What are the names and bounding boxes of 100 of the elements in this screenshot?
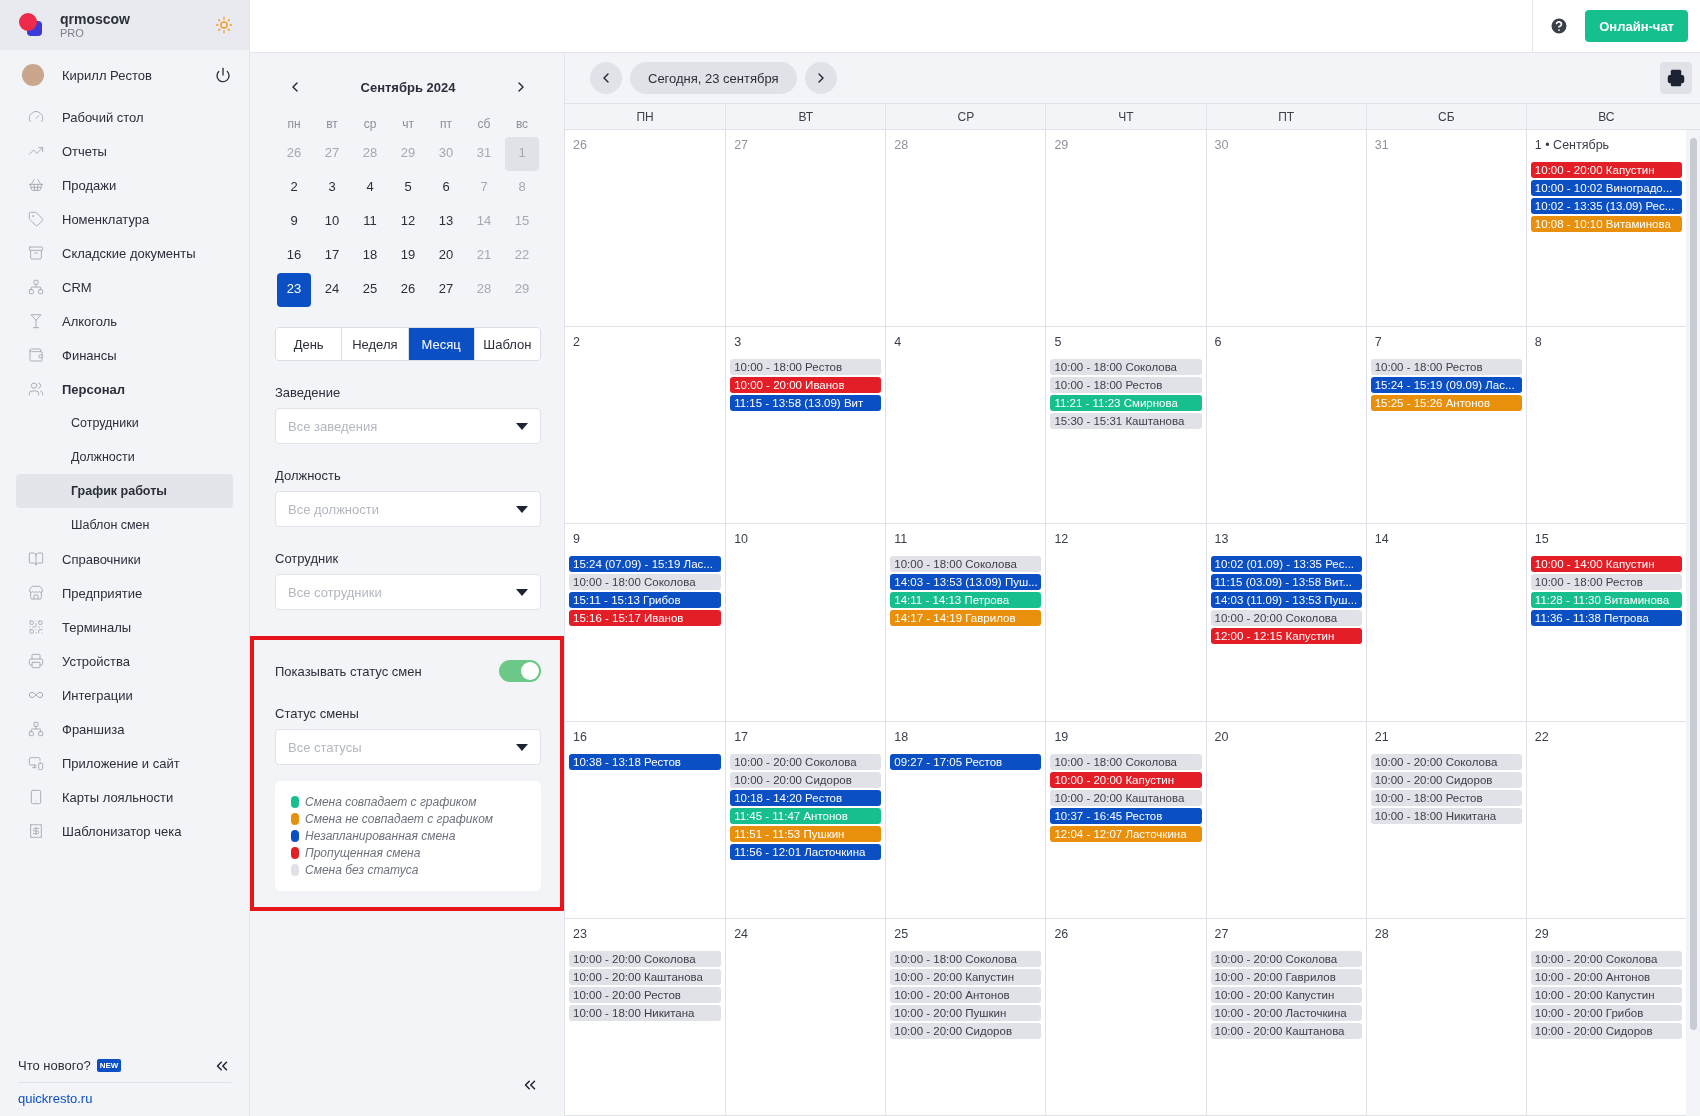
shift-event[interactable]: 10:00 - 20:00 Сидоров xyxy=(1370,771,1522,788)
calendar-day[interactable]: 12 xyxy=(391,205,425,239)
day-cell[interactable]: 21 10:00 - 20:00 Соколова 10:00 - 20:00 Сидоров 10:00 - 18:00 Рестов 10:00 - 18:00 Никитана xyxy=(1365,721,1526,919)
calendar-day[interactable]: 6 xyxy=(429,171,463,205)
help-icon[interactable] xyxy=(1549,16,1570,36)
shift-event[interactable]: 11:56 - 12:01 Ласточкина xyxy=(730,843,882,860)
day-cell[interactable]: 14 xyxy=(1365,524,1526,722)
shift-event[interactable]: 10:00 - 18:00 Рестов xyxy=(1370,789,1522,806)
nav-item[interactable]: Интеграции xyxy=(16,678,233,712)
calendar-day[interactable]: 2 xyxy=(277,171,311,205)
day-cell[interactable]: 29 10:00 - 20:00 Соколова 10:00 - 20:00 Антонов 10:00 - 20:00 Капустин 10:00 - 20:00 Грибов 10:00 - 20:00 Сидоров xyxy=(1525,918,1686,1116)
status-toggle[interactable] xyxy=(499,660,541,682)
day-cell[interactable]: 6 xyxy=(1205,327,1366,525)
shift-event[interactable]: 10:00 - 20:00 Соколова xyxy=(1530,950,1682,967)
shift-event[interactable]: 10:00 - 20:00 Соколова xyxy=(569,950,722,967)
calendar-day[interactable]: 19 xyxy=(391,239,425,273)
shift-event[interactable]: 10:00 - 20:00 Капустин xyxy=(1210,986,1362,1003)
calendar-day[interactable]: 17 xyxy=(315,239,349,273)
day-cell[interactable]: 27 10:00 - 20:00 Соколова 10:00 - 20:00 Гаврилов 10:00 - 20:00 Капустин 10:00 - 20:00 Ласточкина 10:00 - 20:00 Каштанова xyxy=(1205,918,1366,1116)
shift-event[interactable]: 10:00 - 20:00 Сидоров xyxy=(730,771,882,788)
shift-event[interactable]: 10:00 - 18:00 Никитана xyxy=(569,1004,722,1021)
nav-item[interactable]: Продажи xyxy=(16,168,233,202)
today-button[interactable]: Сегодня, 23 сентября xyxy=(630,62,797,94)
nav-item[interactable]: Номенклатура xyxy=(16,202,233,236)
nav-item[interactable]: Складские документы xyxy=(16,236,233,270)
nav-item[interactable]: Алкоголь xyxy=(16,304,233,338)
site-link[interactable]: quickresto.ru xyxy=(18,1083,231,1106)
calendar-day[interactable]: 3 xyxy=(315,171,349,205)
shift-event[interactable]: 10:00 - 20:00 Грибов xyxy=(1530,1004,1682,1021)
whats-new-label[interactable]: Что нового? xyxy=(18,1058,91,1073)
calendar-day[interactable]: 10 xyxy=(315,205,349,239)
day-cell[interactable]: 8 xyxy=(1525,327,1686,525)
calendar-day[interactable]: 4 xyxy=(353,171,387,205)
nav-item[interactable]: Рабочий стол xyxy=(16,100,233,134)
day-cell[interactable]: 5 10:00 - 18:00 Соколова 10:00 - 18:00 Рестов 11:21 - 11:23 Смирнова 15:30 - 15:31 Каштанова xyxy=(1045,327,1206,525)
shift-event[interactable]: 10:00 - 18:00 Рестов xyxy=(1050,377,1202,394)
day-cell[interactable]: 17 10:00 - 20:00 Соколова 10:00 - 20:00 Сидоров 10:18 - 14:20 Рестов 11:45 - 11:47 Антонов 11:51 - 11:53 Пушкин 11:56 - 12:01 Ласточкина xyxy=(725,721,886,919)
shift-event[interactable]: 09:27 - 17:05 Рестов xyxy=(890,753,1042,770)
theme-toggle-icon[interactable] xyxy=(215,16,233,34)
shift-event[interactable]: 15:24 (07.09) - 15:19 Лас... xyxy=(569,556,722,573)
calendar-day[interactable]: 23 xyxy=(277,273,311,307)
shift-event[interactable]: 10:00 - 18:00 Рестов xyxy=(1530,574,1682,591)
shift-event[interactable]: 10:00 - 20:00 Сидоров xyxy=(1530,1022,1682,1039)
nav-item[interactable]: Карты лояльности xyxy=(16,780,233,814)
nav-subitem[interactable]: График работы xyxy=(16,474,233,508)
shift-event[interactable]: 10:00 - 20:00 Сидоров xyxy=(890,1022,1042,1039)
nav-item[interactable]: Персонал xyxy=(16,372,233,406)
shift-event[interactable]: 10:00 - 20:00 Антонов xyxy=(1530,968,1682,985)
shift-event[interactable]: 10:00 - 20:00 Каштанова xyxy=(1210,1022,1362,1039)
power-icon[interactable] xyxy=(215,67,231,83)
day-cell[interactable]: 16 10:38 - 13:18 Рестов xyxy=(565,721,726,919)
shift-event[interactable]: 10:00 - 18:00 Соколова xyxy=(1050,753,1202,770)
previous-button[interactable] xyxy=(590,62,622,94)
shift-event[interactable]: 10:00 - 18:00 Рестов xyxy=(730,359,882,376)
shift-event[interactable]: 14:03 - 13:53 (13.09) Пуш... xyxy=(890,574,1042,591)
calendar-day[interactable]: 20 xyxy=(429,239,463,273)
day-cell[interactable]: 10 xyxy=(725,524,886,722)
nav-item[interactable]: Устройства xyxy=(16,644,233,678)
shift-event[interactable]: 10:00 - 20:00 Соколова xyxy=(1210,610,1362,627)
day-cell[interactable]: 4 xyxy=(885,327,1046,525)
day-cell[interactable]: 9 15:24 (07.09) - 15:19 Лас... 10:00 - 18:00 Соколова 15:11 - 15:13 Грибов 15:16 - 15:17 Иванов xyxy=(565,524,726,722)
day-cell[interactable]: 22 xyxy=(1525,721,1686,919)
shift-event[interactable]: 15:16 - 15:17 Иванов xyxy=(569,610,722,627)
shift-event[interactable]: 10:00 - 20:00 Иванов xyxy=(730,377,882,394)
calendar-day[interactable]: 16 xyxy=(277,239,311,273)
day-cell[interactable]: 7 10:00 - 18:00 Рестов 15:24 - 15:19 (09.09) Лас... 15:25 - 15:26 Антонов xyxy=(1365,327,1526,525)
shift-event[interactable]: 10:00 - 18:00 Соколова xyxy=(1050,359,1202,376)
calendar-day[interactable]: 5 xyxy=(391,171,425,205)
nav-item[interactable]: CRM xyxy=(16,270,233,304)
shift-event[interactable]: 10:00 - 20:00 Капустин xyxy=(890,968,1042,985)
nav-item[interactable]: Справочники xyxy=(16,542,233,576)
shift-event[interactable]: 10:00 - 20:00 Гаврилов xyxy=(1210,968,1362,985)
shift-event[interactable]: 10:00 - 18:00 Соколова xyxy=(890,950,1042,967)
day-cell[interactable]: 12 xyxy=(1045,524,1206,722)
shift-event[interactable]: 12:00 - 12:15 Капустин xyxy=(1210,628,1362,645)
day-cell[interactable]: 28 xyxy=(1365,918,1526,1116)
shift-event[interactable]: 10:00 - 20:00 Рестов xyxy=(569,986,722,1003)
print-button[interactable] xyxy=(1660,62,1692,94)
shift-event[interactable]: 15:24 - 15:19 (09.09) Лас... xyxy=(1370,377,1522,394)
shift-event[interactable]: 10:00 - 20:00 Каштанова xyxy=(569,968,722,985)
view-mode-tab[interactable]: Месяц xyxy=(407,328,474,360)
shift-event[interactable]: 14:03 (11.09) - 13:53 Пуш... xyxy=(1210,592,1362,609)
day-cell[interactable]: 11 10:00 - 18:00 Соколова 14:03 - 13:53 (13.09) Пуш... 14:11 - 14:13 Петрова 14:17 - 14:19 Гаврилов xyxy=(885,524,1046,722)
day-cell[interactable]: 25 10:00 - 18:00 Соколова 10:00 - 20:00 Капустин 10:00 - 20:00 Антонов 10:00 - 20:00 Пушкин 10:00 - 20:00 Сидоров xyxy=(885,918,1046,1116)
day-cell[interactable]: 1 • Сентябрь 10:00 - 20:00 Капустин 10:00 - 10:02 Виноградо... 10:02 - 13:35 (13.09) Рес... 10:08 - 10:10 Витаминова xyxy=(1525,130,1686,328)
calendar-day[interactable]: 9 xyxy=(277,205,311,239)
view-mode-tab[interactable]: Неделя xyxy=(341,328,408,360)
shift-event[interactable]: 10:00 - 18:00 Соколова xyxy=(890,556,1042,573)
shift-event[interactable]: 11:15 - 13:58 (13.09) Вит xyxy=(730,395,882,412)
shift-event[interactable]: 11:15 (03.09) - 13:58 Вит... xyxy=(1210,574,1362,591)
shift-event[interactable]: 10:37 - 16:45 Рестов xyxy=(1050,807,1202,824)
nav-item[interactable]: Финансы xyxy=(16,338,233,372)
shift-event[interactable]: 10:00 - 18:00 Никитана xyxy=(1370,807,1522,824)
view-mode-tab[interactable]: Шаблон xyxy=(473,328,540,360)
nav-item[interactable]: Терминалы xyxy=(16,610,233,644)
nav-item[interactable]: Приложение и сайт xyxy=(16,746,233,780)
nav-item[interactable]: Франшиза xyxy=(16,712,233,746)
scrollbar[interactable] xyxy=(1689,138,1697,1031)
nav-subitem[interactable]: Шаблон смен xyxy=(16,508,233,542)
day-cell[interactable]: 13 10:02 (01.09) - 13:35 Рес... 11:15 (03.09) - 13:58 Вит... 14:03 (11.09) - 13:53 Пуш... 10:00 - 20:00 Соколова 12:00 - 12:15 Капустин xyxy=(1205,524,1366,722)
